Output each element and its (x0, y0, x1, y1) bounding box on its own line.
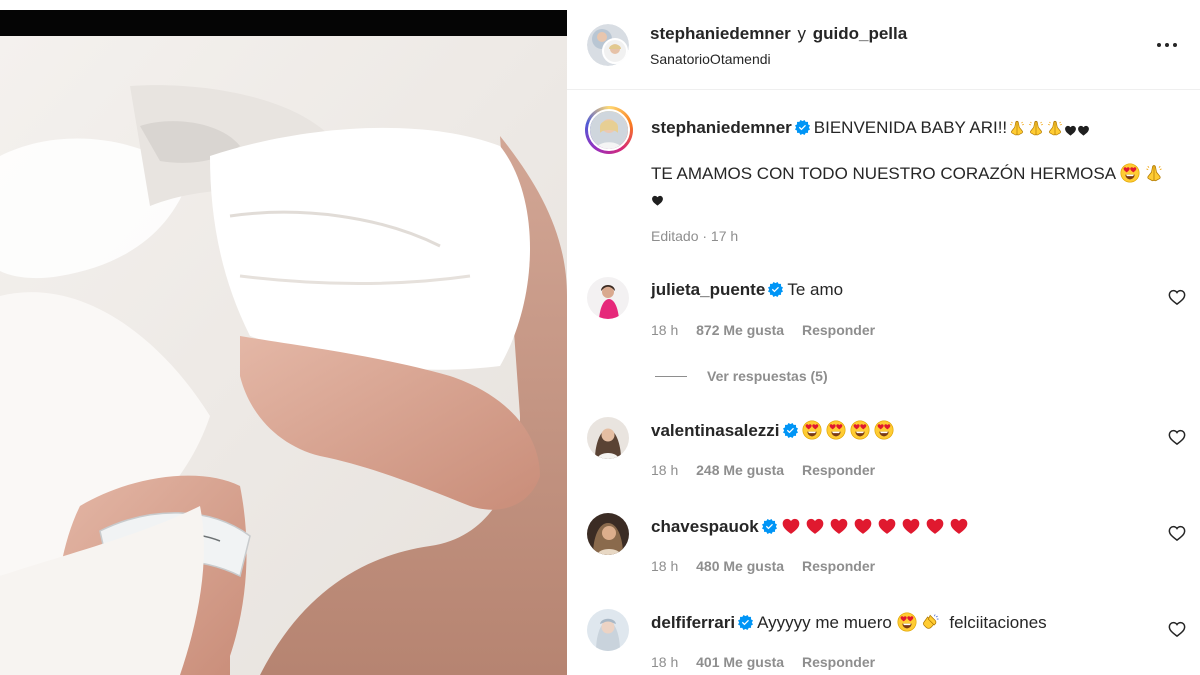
author-username[interactable]: stephaniedemner (650, 24, 791, 43)
verified-badge-icon (783, 423, 798, 438)
replies-line-divider (655, 375, 687, 377)
comment-time[interactable]: 18 h (651, 654, 678, 670)
heart-eyes-icon (1120, 163, 1140, 183)
post-details-panel: stephaniedemner y guido_pella SanatorioO… (567, 0, 1200, 675)
caption-line-2: TE AMAMOS CON TODO NUESTRO CORAZÓN HERMO… (651, 162, 1171, 210)
like-comment-heart-icon[interactable] (1168, 524, 1186, 542)
red-heart-icon (829, 516, 849, 536)
verified-badge-icon (738, 615, 753, 630)
heart-eyes-icon (802, 420, 822, 440)
comment-body: Te amo (787, 280, 844, 299)
caption-line-1-text: BIENVENIDA BABY ARI!! (813, 118, 1008, 137)
caption-edited-time: Editado · 17 h (651, 228, 739, 244)
collab-avatar[interactable] (587, 24, 629, 66)
comment-reply-button[interactable]: Responder (802, 462, 875, 478)
comment-time[interactable]: 18 h (651, 322, 678, 338)
comment-likes[interactable]: 872 Me gusta (696, 322, 784, 338)
praying-hands-icon (1046, 119, 1064, 137)
comment-likes[interactable]: 480 Me gusta (696, 558, 784, 574)
red-heart-icon (853, 516, 873, 536)
photo-top-black-bar (0, 10, 567, 36)
comment-username[interactable]: chavespauok (651, 517, 759, 536)
comment-likes[interactable]: 248 Me gusta (696, 462, 784, 478)
comment-text: valentinasalezzi (651, 420, 898, 441)
red-heart-icon (781, 516, 801, 536)
red-heart-icon (877, 516, 897, 536)
caption-username[interactable]: stephaniedemner (651, 118, 792, 137)
post-photo[interactable] (0, 0, 567, 675)
comment-text: chavespauok (651, 516, 973, 537)
post-author-names: stephaniedemner y guido_pella (650, 24, 907, 44)
newborn-photo (0, 36, 567, 675)
comment-item: chavespauok 18 h 480 Me gusta Responder (567, 508, 1200, 588)
comment-text: julieta_puente Te amo (651, 280, 843, 300)
post-header: stephaniedemner y guido_pella SanatorioO… (567, 0, 1200, 90)
black-heart-icon (651, 194, 664, 207)
comment-time[interactable]: 18 h (651, 558, 678, 574)
black-heart-icon (1064, 124, 1077, 137)
like-comment-heart-icon[interactable] (1168, 288, 1186, 306)
author-conjunction: y (797, 24, 807, 43)
red-heart-icon (925, 516, 945, 536)
commenter-avatar[interactable] (587, 277, 629, 319)
comment-reply-button[interactable]: Responder (802, 322, 875, 338)
red-heart-icon (901, 516, 921, 536)
heart-eyes-icon (826, 420, 846, 440)
red-heart-icon (949, 516, 969, 536)
comment-item: valentinasalezzi 18 h 248 Me gusta Respo… (567, 412, 1200, 492)
comment-body: Ayyyyy me muero (757, 613, 892, 632)
comment-item: delfiferrari Ayyyyy me muero felciitacion… (567, 604, 1200, 675)
like-comment-heart-icon[interactable] (1168, 620, 1186, 638)
praying-hands-icon (1008, 119, 1026, 137)
commenter-avatar[interactable] (587, 513, 629, 555)
praying-hands-icon (1144, 163, 1164, 183)
heart-eyes-icon (897, 612, 917, 632)
comment-username[interactable]: julieta_puente (651, 280, 765, 299)
comment-item: julieta_puente Te amo 18 h 872 Me gusta R… (567, 272, 1200, 352)
comment-likes[interactable]: 401 Me gusta (696, 654, 784, 670)
verified-badge-icon (762, 519, 777, 534)
comment-meta: 18 h 401 Me gusta Responder (651, 654, 889, 670)
view-replies-label: Ver respuestas (5) (707, 368, 828, 384)
clapping-hands-icon (921, 612, 941, 632)
black-heart-icon (1077, 124, 1090, 137)
comment-meta: 18 h 480 Me gusta Responder (651, 558, 889, 574)
view-replies-button[interactable]: Ver respuestas (5) (655, 368, 828, 384)
verified-badge-icon (795, 120, 810, 135)
comment-username[interactable]: delfiferrari (651, 613, 735, 632)
comment-text: delfiferrari Ayyyyy me muero felciitacion… (651, 612, 1047, 633)
praying-hands-icon (1027, 119, 1045, 137)
location-link[interactable]: SanatorioOtamendi (650, 51, 771, 67)
comment-meta: 18 h 872 Me gusta Responder (651, 322, 889, 338)
caption-line-1: stephaniedemner BIENVENIDA BABY ARI!! (651, 116, 1171, 140)
commenter-avatar[interactable] (587, 609, 629, 651)
comment-reply-button[interactable]: Responder (802, 654, 875, 670)
comment-meta: 18 h 248 Me gusta Responder (651, 462, 889, 478)
heart-eyes-icon (874, 420, 894, 440)
comment-time[interactable]: 18 h (651, 462, 678, 478)
more-options-icon[interactable] (1156, 36, 1178, 54)
verified-badge-icon (768, 282, 783, 297)
comment-body-after: felciitaciones (949, 613, 1047, 632)
comment-username[interactable]: valentinasalezzi (651, 421, 780, 440)
commenter-avatar[interactable] (587, 417, 629, 459)
comment-reply-button[interactable]: Responder (802, 558, 875, 574)
heart-eyes-icon (850, 420, 870, 440)
collaborator-username[interactable]: guido_pella (813, 24, 907, 43)
caption-avatar[interactable] (585, 106, 633, 154)
red-heart-icon (805, 516, 825, 536)
caption-text: stephaniedemner BIENVENIDA BABY ARI!! TE … (651, 116, 1171, 210)
caption-line-2-text: TE AMAMOS CON TODO NUESTRO CORAZÓN HERMO… (651, 164, 1116, 183)
like-comment-heart-icon[interactable] (1168, 428, 1186, 446)
